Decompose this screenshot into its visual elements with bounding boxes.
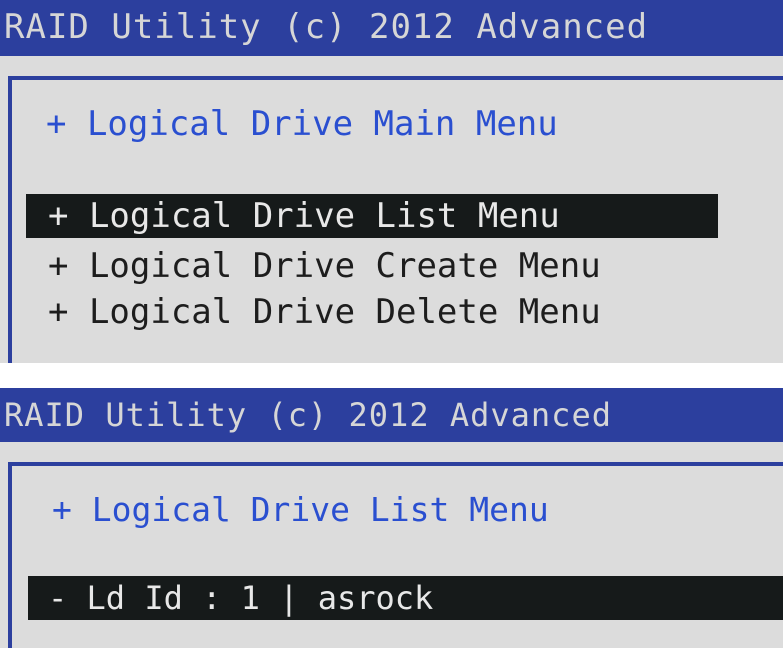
bios-screen-main-menu: RAID Utility (c) 2012 Advanced + Logical… [0,0,783,363]
menu-item-delete[interactable]: + Logical Drive Delete Menu [26,290,601,334]
separator-gap [0,363,783,388]
menu-item-list[interactable]: + Logical Drive List Menu [26,194,718,238]
title-bar: RAID Utility (c) 2012 Advanced [0,0,783,56]
menu-heading: + Logical Drive Main Menu [46,104,558,144]
bios-screen-list-menu: RAID Utility (c) 2012 Advanced + Logical… [0,388,783,648]
title-bar: RAID Utility (c) 2012 Advanced [0,388,783,442]
menu-heading: + Logical Drive List Menu [52,490,549,529]
logical-drive-row[interactable]: - Ld Id : 1 | asrock [28,576,783,620]
menu-item-create[interactable]: + Logical Drive Create Menu [26,244,601,288]
